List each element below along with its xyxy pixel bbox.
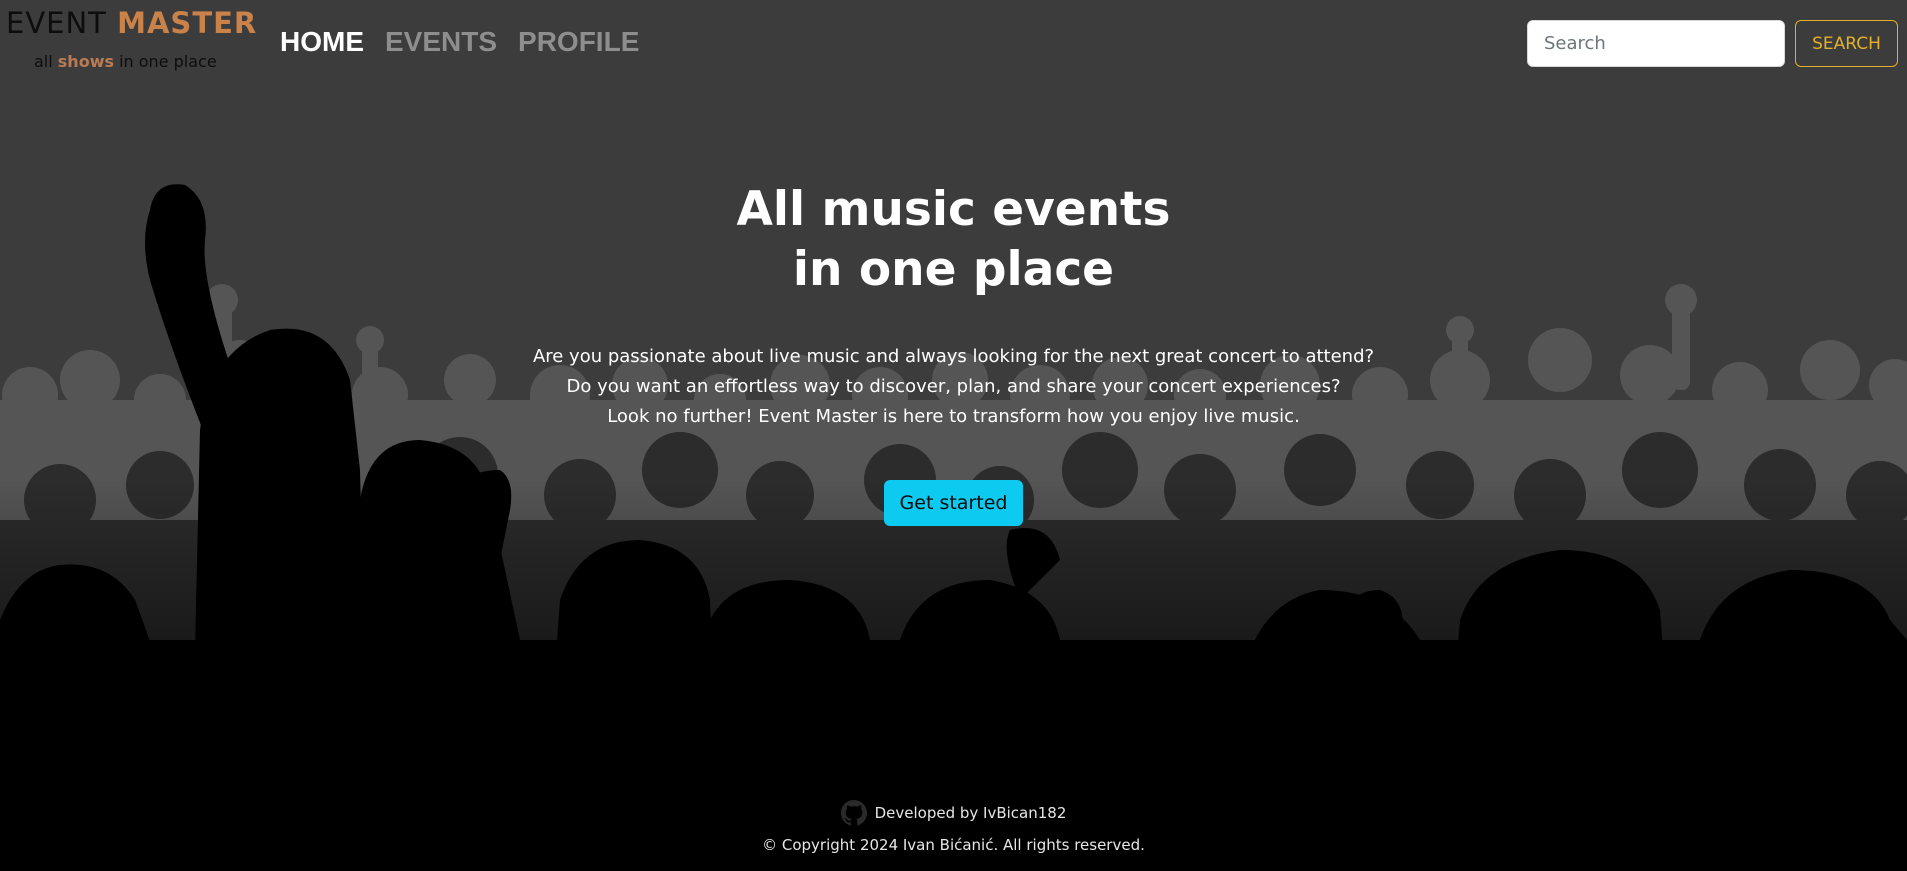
tagline-all: all bbox=[34, 52, 58, 71]
search-button[interactable]: SEARCH bbox=[1795, 20, 1898, 67]
nav-home-link[interactable]: HOME bbox=[280, 24, 364, 60]
brand-tagline: all shows in one place bbox=[34, 52, 217, 71]
hero-desc-line3: Look no further! Event Master is here to… bbox=[607, 406, 1300, 427]
brand-name-master: MASTER bbox=[117, 6, 258, 40]
hero-desc-line2: Do you want an effortless way to discove… bbox=[566, 376, 1341, 397]
nav-profile-link[interactable]: PROFILE bbox=[518, 24, 639, 60]
get-started-button[interactable]: Get started bbox=[883, 480, 1024, 526]
hero-title: All music events in one place bbox=[0, 180, 1907, 300]
hero-desc-line1: Are you passionate about live music and … bbox=[532, 346, 1375, 367]
navbar: EVENT MASTER all shows in one place HOME… bbox=[0, 0, 1907, 90]
hero-section: All music events in one place Are you pa… bbox=[0, 180, 1907, 526]
nav-events-link[interactable]: EVENTS bbox=[385, 24, 497, 60]
github-icon[interactable] bbox=[840, 800, 867, 826]
brand-logo[interactable]: EVENT MASTER all shows in one place bbox=[6, 6, 256, 76]
search-input[interactable] bbox=[1527, 20, 1785, 67]
page: EVENT MASTER all shows in one place HOME… bbox=[0, 0, 1907, 871]
tagline-shows: shows bbox=[57, 52, 114, 71]
footer-developer: Developed by IvBican182 bbox=[840, 800, 1066, 826]
footer-dev-prefix: Developed by bbox=[874, 804, 984, 822]
footer-copyright: © Copyright 2024 Ivan Bićanić. All right… bbox=[762, 836, 1145, 854]
hero-description: Are you passionate about live music and … bbox=[0, 342, 1907, 432]
brand-name-event: EVENT bbox=[6, 6, 118, 40]
footer: Developed by IvBican182 © Copyright 2024… bbox=[0, 800, 1907, 854]
hero-title-line1: All music events bbox=[736, 182, 1171, 237]
main-nav: HOME EVENTS PROFILE bbox=[280, 24, 639, 60]
developer-link[interactable]: IvBican182 bbox=[983, 804, 1066, 822]
tagline-rest: in one place bbox=[114, 52, 217, 71]
brand-name: EVENT MASTER bbox=[6, 6, 257, 40]
hero-title-line2: in one place bbox=[792, 242, 1115, 297]
